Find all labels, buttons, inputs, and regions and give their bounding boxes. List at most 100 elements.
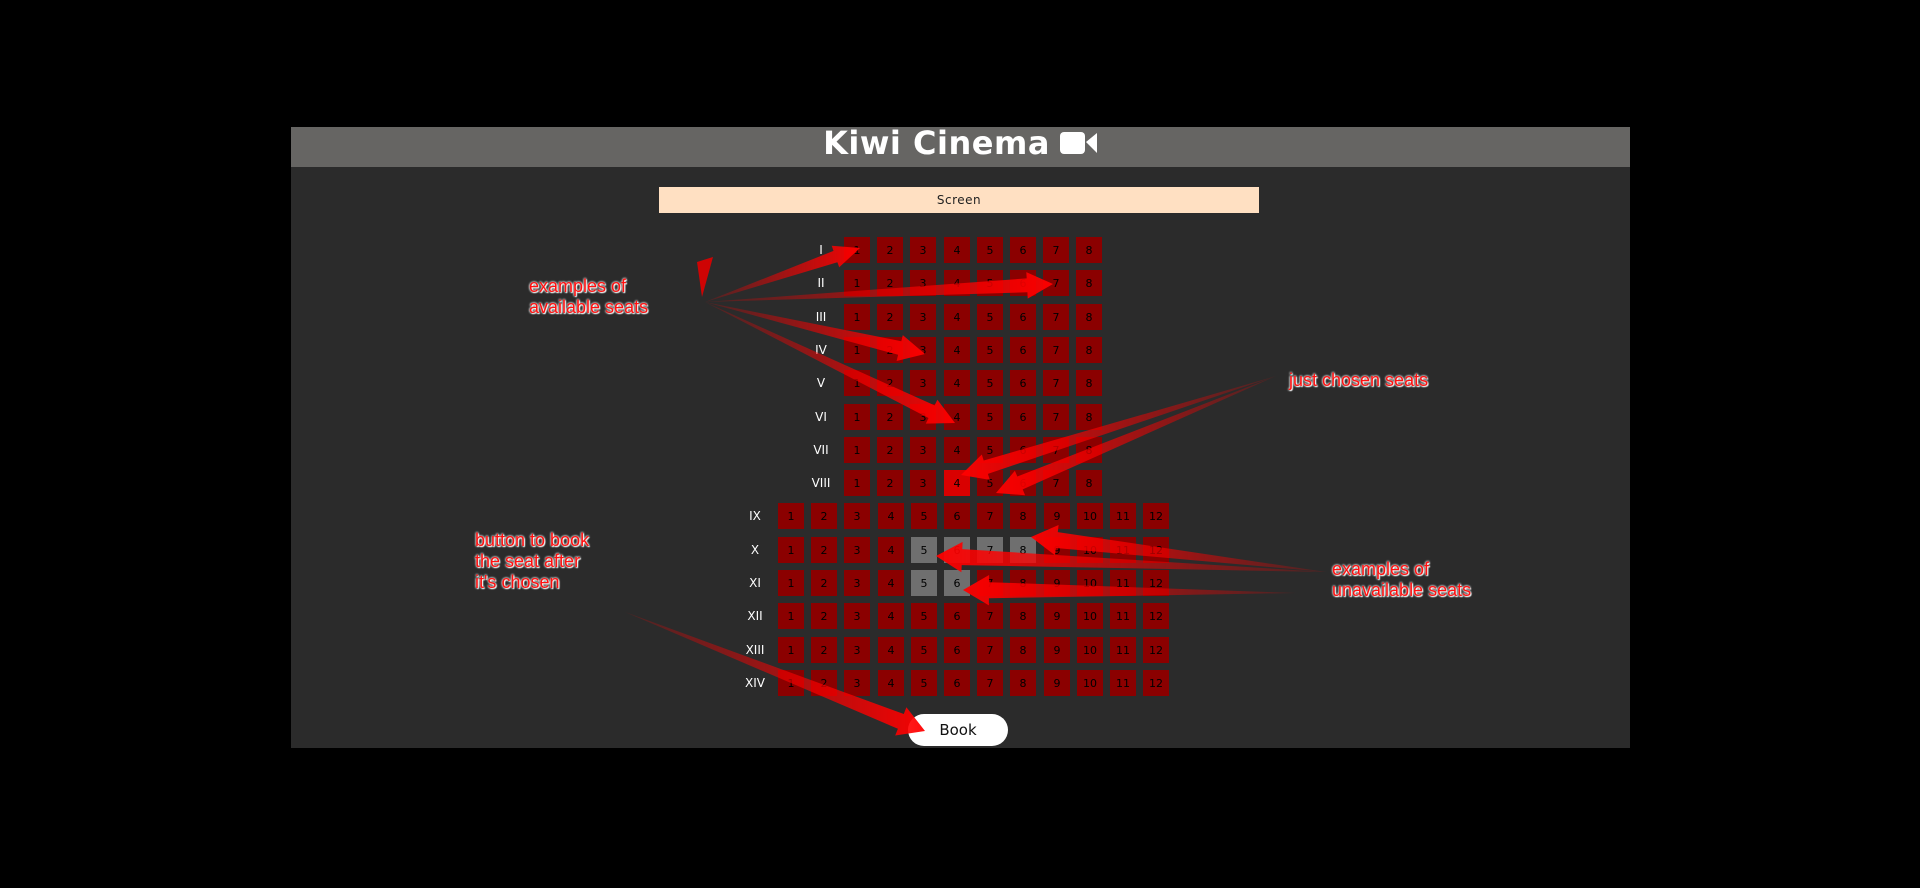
seat[interactable]: 8 [1076,437,1102,463]
seat[interactable]: 6 [944,603,970,629]
seat[interactable]: 7 [1043,404,1069,430]
seat[interactable]: 11 [1110,503,1136,529]
seat[interactable]: 3 [844,637,870,663]
seat[interactable]: 12 [1143,570,1169,596]
seat[interactable]: 10 [1077,570,1103,596]
seat[interactable]: 11 [1110,670,1136,696]
seat[interactable]: 8 [1010,670,1036,696]
seat[interactable]: 1 [844,304,870,330]
seat[interactable]: 4 [944,437,970,463]
book-button[interactable]: Book [908,714,1008,746]
seat[interactable]: 7 [1043,270,1069,296]
seat[interactable]: 6 [1010,270,1036,296]
seat[interactable]: 3 [910,337,936,363]
seat[interactable]: 7 [1043,437,1069,463]
seat[interactable]: 3 [910,370,936,396]
seat[interactable]: 6 [1010,370,1036,396]
seat[interactable]: 10 [1077,503,1103,529]
seat[interactable]: 2 [877,470,903,496]
seat[interactable]: 3 [910,270,936,296]
seat[interactable]: 4 [944,337,970,363]
seat[interactable]: 8 [1076,470,1102,496]
seat[interactable]: 8 [1076,304,1102,330]
seat[interactable]: 12 [1143,670,1169,696]
seat[interactable]: 7 [977,603,1003,629]
seat[interactable]: 1 [778,570,804,596]
seat[interactable]: 4 [944,370,970,396]
seat[interactable]: 8 [1076,337,1102,363]
seat[interactable]: 1 [844,470,870,496]
seat[interactable]: 8 [1076,404,1102,430]
seat[interactable]: 4 [878,570,904,596]
seat[interactable]: 7 [1043,237,1069,263]
seat[interactable]: 2 [877,304,903,330]
seat[interactable]: 7 [977,570,1003,596]
seat[interactable]: 6 [1010,404,1036,430]
seat[interactable]: 2 [811,637,837,663]
seat[interactable]: 6 [944,637,970,663]
seat[interactable]: 5 [977,337,1003,363]
seat[interactable]: 5 [911,503,937,529]
seat[interactable]: 6 [1010,337,1036,363]
seat[interactable]: 6 [944,503,970,529]
seat[interactable]: 7 [977,503,1003,529]
seat[interactable]: 10 [1077,670,1103,696]
seat[interactable]: 6 [1010,470,1036,496]
seat[interactable]: 5 [911,603,937,629]
seat[interactable]: 3 [910,470,936,496]
seat[interactable]: 3 [844,570,870,596]
seat[interactable]: 1 [844,370,870,396]
seat[interactable]: 11 [1110,537,1136,563]
seat[interactable]: 2 [877,237,903,263]
seat[interactable]: 3 [910,437,936,463]
seat[interactable]: 1 [778,603,804,629]
seat[interactable]: 6 [1010,304,1036,330]
seat[interactable]: 12 [1143,537,1169,563]
seat[interactable]: 11 [1110,603,1136,629]
seat[interactable]: 4 [944,270,970,296]
seat[interactable]: 4 [944,304,970,330]
seat[interactable]: 3 [844,603,870,629]
seat[interactable]: 10 [1077,637,1103,663]
seat[interactable]: 5 [911,670,937,696]
seat[interactable]: 9 [1044,670,1070,696]
seat[interactable]: 9 [1044,637,1070,663]
seat[interactable]: 5 [977,270,1003,296]
seat[interactable]: 8 [1010,637,1036,663]
seat[interactable]: 6 [944,670,970,696]
seat[interactable]: 1 [844,270,870,296]
seat[interactable]: 4 [878,670,904,696]
seat[interactable]: 3 [910,404,936,430]
seat[interactable]: 12 [1143,503,1169,529]
seat[interactable]: 4 [944,404,970,430]
seat[interactable]: 1 [778,637,804,663]
seat[interactable]: 8 [1010,603,1036,629]
seat[interactable]: 10 [1077,603,1103,629]
seat[interactable]: 5 [977,237,1003,263]
seat[interactable]: 1 [844,404,870,430]
seat[interactable]: 7 [1043,304,1069,330]
seat[interactable]: 2 [877,437,903,463]
seat[interactable]: 5 [977,404,1003,430]
seat[interactable]: 3 [844,670,870,696]
seat[interactable]: 2 [811,503,837,529]
seat[interactable]: 2 [811,670,837,696]
seat[interactable]: 8 [1010,570,1036,596]
seat[interactable]: 8 [1076,370,1102,396]
seat[interactable]: 2 [811,537,837,563]
seat[interactable]: 4 [878,537,904,563]
seat[interactable]: 6 [1010,237,1036,263]
seat[interactable]: 9 [1044,537,1070,563]
seat[interactable]: 1 [844,237,870,263]
seat[interactable]: 7 [1043,337,1069,363]
seat[interactable]: 9 [1044,503,1070,529]
seat[interactable]: 3 [844,537,870,563]
seat[interactable]: 7 [1043,370,1069,396]
seat[interactable]: 2 [811,603,837,629]
seat[interactable]: 5 [977,370,1003,396]
seat[interactable]: 2 [811,570,837,596]
seat[interactable]: 12 [1143,603,1169,629]
seat[interactable]: 1 [844,337,870,363]
seat[interactable]: 4 [878,503,904,529]
seat[interactable]: 11 [1110,570,1136,596]
